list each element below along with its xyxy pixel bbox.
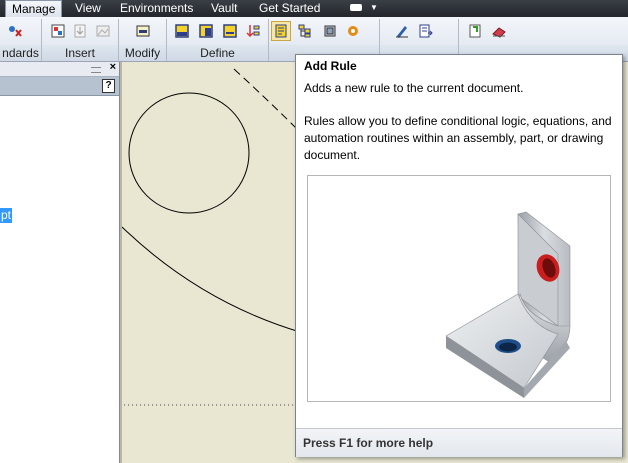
insert-object-icon [51, 24, 65, 38]
drawing-arc [121, 226, 301, 333]
ribbon-display-dropdown[interactable]: ▼ [350, 3, 378, 14]
export-button[interactable] [416, 21, 436, 41]
canvas-border [120, 62, 122, 463]
browser-selected-item[interactable]: pt [0, 208, 13, 223]
tooltip-long-description: Rules allow you to define conditional lo… [304, 114, 612, 162]
edit-button[interactable] [392, 21, 412, 41]
import-button[interactable] [70, 21, 90, 41]
browser-header: ? [0, 77, 119, 96]
panel-label-modify: Modify [119, 45, 166, 61]
panel-label-define: Define [167, 45, 268, 61]
add-rule-icon [275, 24, 287, 38]
define-button-1[interactable] [172, 21, 192, 41]
event-triggers-icon [199, 24, 213, 38]
define-button-2[interactable] [196, 21, 216, 41]
model-browser-panel: × ? pt [0, 61, 120, 463]
forms-icon [223, 24, 237, 38]
tooltip-title: Add Rule [304, 59, 357, 73]
style-check-icon [9, 26, 22, 37]
tooltip-short-description: Adds a new rule to the current document. [304, 81, 524, 95]
grip-icon[interactable] [91, 67, 101, 73]
tab-vault[interactable]: Vault [211, 1, 237, 16]
drawing-circle [128, 92, 250, 214]
rule-tree-icon [298, 24, 311, 38]
standards-button[interactable] [5, 21, 25, 41]
open-file-button[interactable] [465, 21, 485, 41]
menu-bar: Manage View Environments Vault Get Start… [0, 0, 628, 18]
eraser-button[interactable] [489, 21, 509, 41]
browser-title-bar: × [0, 61, 119, 77]
export-icon [419, 24, 433, 38]
add-rule-tooltip: Add Rule Adds a new rule to the current … [295, 54, 623, 457]
help-icon[interactable]: ? [102, 79, 115, 93]
display-icon [350, 4, 362, 11]
chevron-down-icon: ▼ [370, 3, 378, 12]
component-icon [324, 25, 336, 37]
settings-button[interactable] [343, 21, 363, 41]
rule-tree-button[interactable] [295, 21, 315, 41]
panel-label-insert: Insert [42, 45, 118, 61]
image-button[interactable] [93, 21, 113, 41]
document-green-icon [469, 24, 481, 38]
import-icon [74, 24, 86, 38]
image-icon [96, 25, 110, 37]
close-icon[interactable]: × [110, 61, 116, 73]
ribbon-separator [118, 19, 119, 61]
pencil-icon [396, 26, 408, 38]
ribbon-separator [268, 19, 269, 61]
tab-manage[interactable]: Manage [5, 0, 63, 18]
eraser-icon [492, 27, 506, 38]
tab-view[interactable]: View [75, 1, 101, 16]
define-button-3[interactable] [220, 21, 240, 41]
ilogic-browser-icon [175, 24, 189, 38]
parameters-icon [136, 25, 150, 37]
insert-object-button[interactable] [48, 21, 68, 41]
panel-label-standards: ndards [0, 45, 41, 61]
component-button[interactable] [320, 21, 340, 41]
define-button-4[interactable] [243, 21, 263, 41]
ribbon-separator [41, 19, 42, 61]
tab-get-started[interactable]: Get Started [259, 1, 320, 16]
sort-rules-icon [246, 25, 260, 38]
tooltip-footer: Press F1 for more help [296, 428, 622, 457]
ribbon-separator [166, 19, 167, 61]
modify-button[interactable] [133, 21, 153, 41]
add-rule-button[interactable] [271, 21, 291, 41]
drawing-hidden-line [233, 68, 301, 133]
tooltip-illustration [307, 175, 611, 402]
gear-icon [348, 26, 358, 36]
bracket-part-icon [445, 211, 571, 398]
tooltip-help-hint: Press F1 for more help [303, 436, 434, 450]
tab-environments[interactable]: Environments [120, 1, 193, 16]
